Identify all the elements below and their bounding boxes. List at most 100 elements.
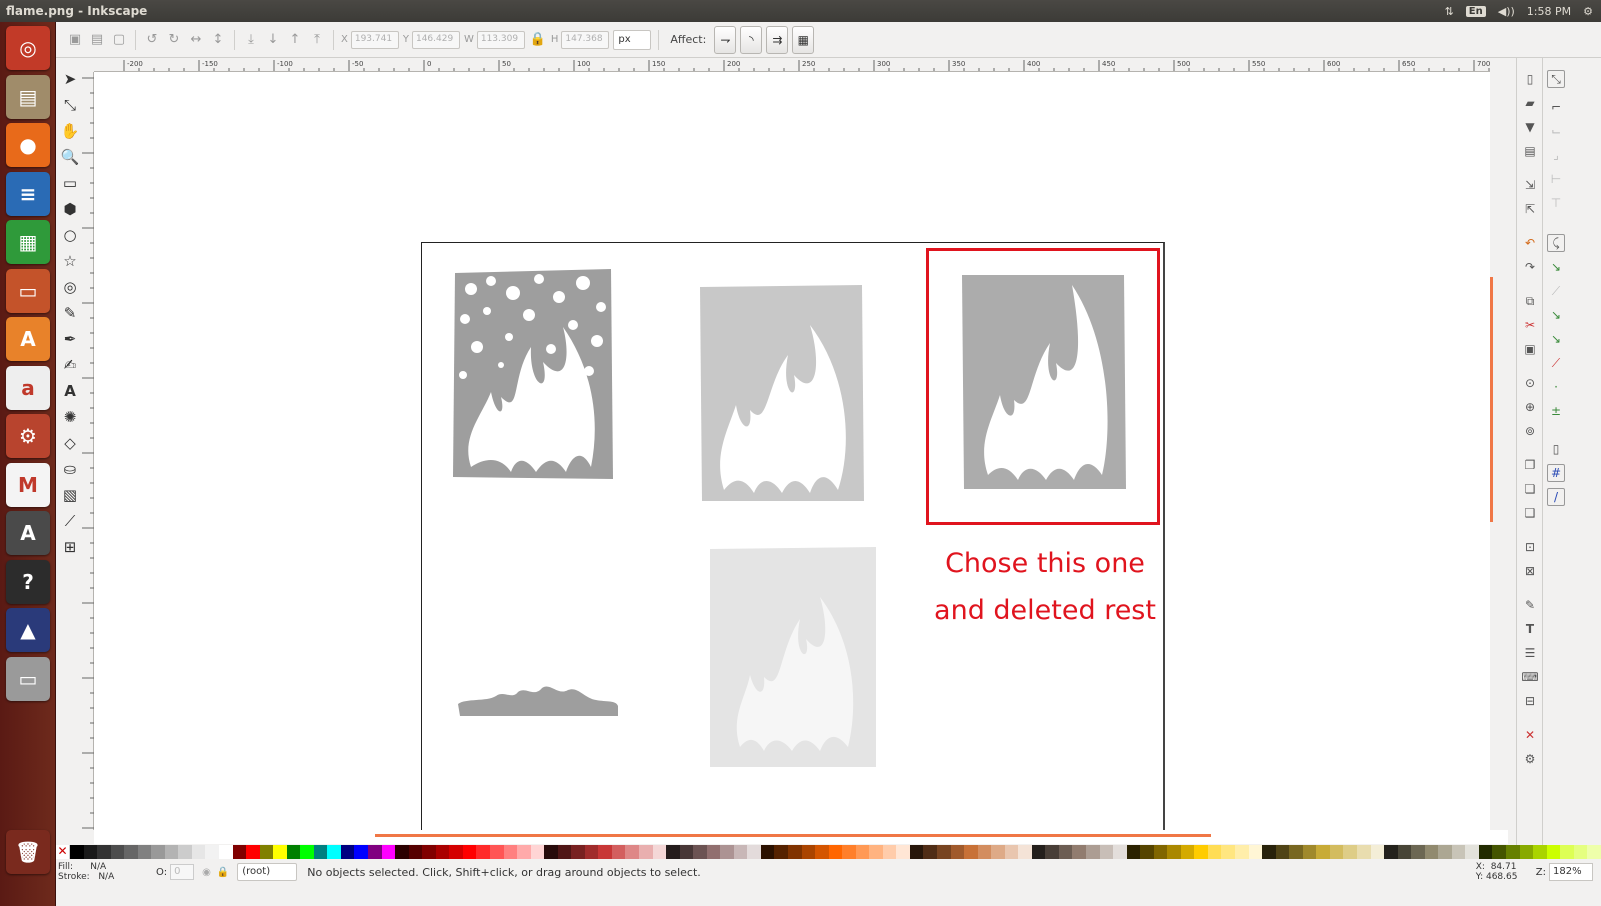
color-swatch[interactable] [1126, 845, 1141, 859]
color-swatch[interactable] [1235, 845, 1249, 859]
color-swatch[interactable] [422, 845, 436, 859]
gmail-icon[interactable]: M [6, 462, 50, 507]
snap-rotation-center-icon[interactable]: ± [1547, 402, 1565, 420]
color-swatch[interactable] [801, 845, 816, 859]
color-swatch[interactable] [869, 845, 883, 859]
color-swatch[interactable] [1560, 845, 1574, 859]
flame-image-4-fragment[interactable] [456, 682, 620, 718]
color-swatch[interactable] [205, 845, 220, 859]
color-swatch[interactable] [1478, 845, 1493, 859]
align-distribute-icon[interactable]: ⊟ [1521, 692, 1539, 710]
color-swatch[interactable] [842, 845, 856, 859]
dash-icon[interactable]: ◎ [6, 26, 50, 70]
export-icon[interactable]: ⇱ [1521, 200, 1539, 218]
color-swatch[interactable] [462, 845, 477, 859]
raise-icon[interactable]: ↑ [286, 31, 304, 49]
color-swatch[interactable] [137, 845, 152, 859]
drawing-canvas[interactable]: Chose this one and deleted rest [94, 72, 1490, 830]
move-patterns-button[interactable]: ▦ [792, 25, 815, 54]
color-swatch[interactable] [124, 845, 138, 859]
document-properties-icon[interactable]: ⚙ [1521, 750, 1539, 768]
color-swatch[interactable] [1099, 845, 1114, 859]
color-swatch[interactable] [517, 845, 531, 859]
dropper-tool-icon[interactable]: ⟋ [59, 510, 81, 532]
color-swatch[interactable] [584, 845, 599, 859]
horizontal-scrollbar[interactable] [94, 830, 1508, 844]
color-swatch[interactable] [1411, 845, 1425, 859]
color-swatch[interactable] [1505, 845, 1520, 859]
color-swatch[interactable] [97, 845, 111, 859]
rotate-cw-icon[interactable]: ↻ [165, 31, 183, 49]
color-swatch[interactable] [1519, 845, 1534, 859]
color-swatch[interactable] [1086, 845, 1100, 859]
color-swatch[interactable] [313, 845, 328, 859]
color-swatch[interactable] [1438, 845, 1452, 859]
snap-smooth-icon[interactable]: ↘ [1547, 330, 1565, 348]
import-icon[interactable]: ⇲ [1521, 176, 1539, 194]
group-icon[interactable]: ⊡ [1521, 538, 1539, 556]
select-all-layers-icon[interactable]: ▤ [88, 31, 106, 49]
color-swatch[interactable] [1492, 845, 1506, 859]
color-swatch[interactable] [787, 845, 802, 859]
lock-icon[interactable]: 🔒 [529, 31, 547, 49]
bucket-tool-icon[interactable]: ⛀ [59, 458, 81, 480]
color-swatch[interactable] [232, 845, 247, 859]
opacity-input[interactable]: 0 [170, 864, 195, 880]
color-swatch[interactable] [638, 845, 653, 859]
deselect-icon[interactable]: ▢ [110, 31, 128, 49]
volume-icon[interactable]: ◀)) [1498, 5, 1515, 18]
color-swatch[interactable] [1072, 845, 1087, 859]
color-swatch[interactable] [1424, 845, 1439, 859]
color-swatch[interactable] [733, 845, 748, 859]
connector-tool-icon[interactable]: ⊞ [59, 536, 81, 558]
color-swatch[interactable] [1153, 845, 1168, 859]
color-swatch[interactable] [977, 845, 992, 859]
fill-stroke-icon[interactable]: ✎ [1521, 596, 1539, 614]
ellipse-tool-icon[interactable]: ○ [59, 224, 81, 246]
color-swatch[interactable] [178, 845, 192, 859]
color-swatch[interactable] [368, 845, 382, 859]
color-swatch[interactable] [151, 845, 165, 859]
system-gear-icon[interactable]: ⚙ [1583, 5, 1593, 18]
spray-tool-icon[interactable]: ✺ [59, 406, 81, 428]
zoom-selection-icon[interactable]: ⊙ [1521, 374, 1539, 392]
snap-bbox-icon[interactable]: ⌐ [1547, 98, 1565, 116]
color-swatch[interactable] [1302, 845, 1317, 859]
color-swatch[interactable] [219, 845, 233, 859]
color-swatch[interactable] [557, 845, 572, 859]
snap-page-border-icon[interactable]: ▯ [1547, 440, 1565, 458]
lower-to-bottom-icon[interactable]: ⤓ [242, 31, 260, 49]
new-document-icon[interactable]: ▯ [1521, 70, 1539, 88]
snap-bbox-edge-icon[interactable]: ⌙ [1547, 122, 1565, 140]
trash-icon[interactable]: 🗑 [6, 830, 50, 874]
rectangle-tool-icon[interactable]: ▭ [59, 172, 81, 194]
vertical-scrollbar[interactable] [1490, 72, 1508, 830]
color-swatch[interactable] [1397, 845, 1412, 859]
firefox-icon[interactable]: ● [6, 123, 50, 167]
color-swatch[interactable] [381, 845, 396, 859]
snap-cusp-icon[interactable]: ↘ [1547, 306, 1565, 324]
color-swatch[interactable] [1140, 845, 1154, 859]
color-swatch[interactable] [1356, 845, 1371, 859]
color-swatch[interactable] [1180, 845, 1195, 859]
drive-icon[interactable]: ▭ [6, 656, 50, 701]
unit-select[interactable]: px [613, 29, 652, 50]
selector-tool-icon[interactable]: ➤ [59, 68, 81, 90]
save-icon[interactable]: ▼ [1521, 118, 1539, 136]
color-swatch[interactable] [611, 845, 626, 859]
color-swatch[interactable] [882, 845, 897, 859]
duplicate-icon[interactable]: ❐ [1521, 456, 1539, 474]
impress-icon[interactable]: ▭ [6, 268, 50, 313]
color-swatch[interactable] [273, 845, 287, 859]
scale-radii-button[interactable]: ◝ [740, 25, 763, 54]
color-swatch[interactable] [598, 845, 612, 859]
updater-icon[interactable]: A [6, 511, 50, 555]
open-icon[interactable]: ▰ [1521, 94, 1539, 112]
spiral-tool-icon[interactable]: ◎ [59, 276, 81, 298]
color-swatch[interactable] [1384, 845, 1398, 859]
hide-layer-icon[interactable]: ◉ [202, 867, 211, 878]
color-swatch[interactable] [923, 845, 937, 859]
color-swatch[interactable] [435, 845, 450, 859]
snap-grid-icon[interactable]: # [1547, 464, 1565, 482]
color-swatch[interactable] [747, 845, 761, 859]
